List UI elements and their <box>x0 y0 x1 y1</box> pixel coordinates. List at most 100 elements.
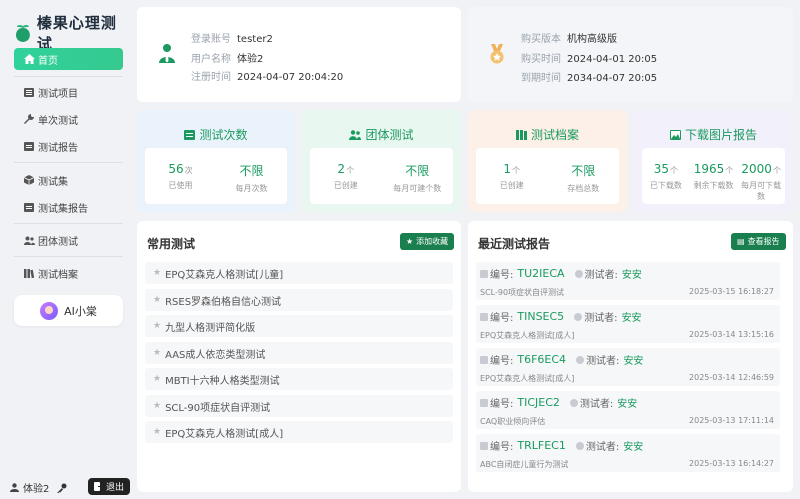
user-tie-icon <box>159 44 175 63</box>
register-time-value: 2024-04-07 20:04:20 <box>237 72 344 83</box>
report-row[interactable]: 编号: TU2IECA 测试者: 安安 SCL-90项症状自评测试 2025-03-1… <box>476 262 780 300</box>
stat-cell: 1个 已创建 <box>499 162 524 190</box>
report-test-name: SCL-90项症状自评测试 <box>480 288 565 297</box>
sidebar-item-label: 测试项目 <box>38 88 78 100</box>
sidebar-item-label: 团体测试 <box>38 236 78 248</box>
stat-values: 2个 已创建 不限 每月可建个数 <box>310 148 453 204</box>
stat-card-test-archive: 测试档案 1个 已创建 不限 存档总数 <box>468 110 627 212</box>
report-code: T6F6EC4 <box>517 353 567 366</box>
star-icon: ★ <box>153 348 162 358</box>
version-value: 机构高级版 <box>567 34 617 45</box>
common-tests-panel: 常用测试 ★ 添加收藏 ★ EPQ艾森克人格测试[儿童] ★ RSES罗森伯格自信心测… <box>137 221 461 492</box>
report-date: 2025-03-14 12:46:59 <box>689 373 774 382</box>
version-row: 购买版本 机构高级版 <box>521 34 617 45</box>
add-favorite-button[interactable]: ★ 添加收藏 <box>400 233 455 250</box>
list-item[interactable]: ★ 九型人格测评简化版 <box>145 315 453 337</box>
report-date: 2025-03-13 16:14:27 <box>689 459 774 468</box>
test-count-icon <box>184 129 196 140</box>
user-name-value: 体验2 <box>237 54 264 65</box>
ai-assistant-button[interactable]: AI小棠 <box>14 295 123 326</box>
subscription-card: 购买版本 机构高级版 购买时间 2024-04-01 20:05 到期时间 2034-… <box>468 7 793 102</box>
wrench-icon <box>23 113 35 125</box>
user-icon <box>574 269 583 278</box>
user-icon <box>576 355 585 364</box>
stat-values: 35个 已下载数 1965个 剩余下载数 2000个 每月可下载数 <box>642 148 785 204</box>
document-icon <box>480 398 488 407</box>
star-icon: ★ <box>153 321 162 331</box>
stat-values: 56次 已使用 不限 每月次数 <box>145 148 287 204</box>
document-icon <box>480 269 488 278</box>
stat-title: 下载图片报告 <box>634 126 793 143</box>
user-name-row: 用户名称 体验2 <box>191 54 264 65</box>
user-icon <box>10 483 19 492</box>
sidebar-item-test-reports[interactable]: 测试报告 <box>14 135 123 157</box>
stat-cell: 56次 已使用 <box>168 162 193 190</box>
report-code: TRLFEC1 <box>517 439 566 452</box>
sidebar-item-test-projects[interactable]: 测试项目 <box>14 81 123 103</box>
user-name: 体验2 <box>23 484 50 495</box>
list-item[interactable]: ★ MBTI十六种人格类型测试 <box>145 368 453 390</box>
list-item[interactable]: ★ AAS成人依恋类型测试 <box>145 342 453 364</box>
report-icon: ▤ <box>737 237 745 246</box>
stat-cell: 1965个 剩余下载数 <box>693 162 734 190</box>
list-item[interactable]: ★ EPQ艾森克人格测试[成人] <box>145 421 453 443</box>
report-row[interactable]: 编号: T6F6EC4 测试者: 安安 EPQ艾森克人格测试[成人] 2025-03-… <box>476 348 780 386</box>
report-date: 2025-03-14 13:15:16 <box>689 330 774 339</box>
document-icon <box>480 441 488 450</box>
star-icon: ★ <box>153 427 162 437</box>
view-report-button[interactable]: ▤ 查看报告 <box>731 233 786 250</box>
divider <box>14 76 123 77</box>
tester-name: 安安 <box>617 399 638 410</box>
divider <box>14 256 123 257</box>
current-user: 体验2 <box>10 480 67 495</box>
sidebar-item-label: 单次测试 <box>38 115 78 127</box>
sidebar-item-label: 测试报告 <box>38 142 78 154</box>
document-icon <box>480 312 488 321</box>
stat-cell: 2个 已创建 <box>333 162 358 190</box>
key-icon[interactable] <box>57 483 67 493</box>
expire-time-row: 到期时间 2034-04-07 20:05 <box>521 73 658 84</box>
star-icon: ★ <box>153 401 162 411</box>
logout-button[interactable]: 退出 <box>88 478 130 495</box>
report-row[interactable]: 编号: TRLFEC1 测试者: 安安 ABC自闭症儿童行为测试 2025-03-13… <box>476 434 780 472</box>
stat-cell: 不限 存档总数 <box>567 164 600 193</box>
report-test-name: EPQ艾森克人格测试[成人] <box>480 374 575 383</box>
medal-icon <box>490 44 504 64</box>
account-card: 登录账号 tester2 用户名称 体验2 注册时间 2024-04-07 20:04… <box>137 7 461 102</box>
expire-time-value: 2034-04-07 20:05 <box>567 73 658 84</box>
stat-cell: 不限 每月可建个数 <box>393 164 442 193</box>
report-row[interactable]: 编号: TICJEC2 测试者: 安安 CAQ职业倾向评估 2025-03-13 17… <box>476 391 780 429</box>
report-code: TICJEC2 <box>517 396 560 409</box>
logout-label: 退出 <box>105 483 124 493</box>
report-icon <box>23 201 35 213</box>
stat-card-test-count: 测试次数 56次 已使用 不限 每月次数 <box>137 110 295 212</box>
sidebar-item-single-test[interactable]: 单次测试 <box>14 108 123 130</box>
stat-title: 团体测试 <box>302 126 461 143</box>
sidebar-item-home[interactable]: 首页 <box>14 48 123 70</box>
ai-avatar <box>40 301 59 320</box>
user-icon <box>569 398 578 407</box>
cube-icon <box>23 174 35 186</box>
sidebar-item-label: 测试集报告 <box>38 203 88 215</box>
report-date: 2025-03-13 17:11:14 <box>689 416 774 425</box>
list-item[interactable]: ★ SCL-90项症状自评测试 <box>145 395 453 417</box>
sidebar-item-test-archive[interactable]: 测试档案 <box>14 262 123 284</box>
list-item[interactable]: ★ EPQ艾森克人格测试[儿童] <box>145 262 453 284</box>
list-item[interactable]: ★ RSES罗森伯格自信心测试 <box>145 289 453 311</box>
report-test-name: ABC自闭症儿童行为测试 <box>480 460 569 469</box>
report-icon <box>23 140 35 152</box>
sidebar-item-test-set-reports[interactable]: 测试集报告 <box>14 196 123 218</box>
report-row[interactable]: 编号: TINSEC5 测试者: 安安 EPQ艾森克人格测试[成人] 2025-03-… <box>476 305 780 343</box>
stat-cell: 2000个 每月可下载数 <box>741 162 782 201</box>
login-account-row: 登录账号 tester2 <box>191 34 273 45</box>
group-icon <box>23 234 35 246</box>
star-icon: ★ <box>153 374 162 384</box>
user-icon <box>575 441 584 450</box>
register-time-row: 注册时间 2024-04-07 20:04:20 <box>191 72 344 83</box>
report-code: TINSEC5 <box>517 310 565 323</box>
divider <box>14 162 123 163</box>
sidebar-item-label: 首页 <box>38 55 58 67</box>
sidebar-item-group-test[interactable]: 团体测试 <box>14 229 123 251</box>
sidebar-item-test-set[interactable]: 测试集 <box>14 169 123 191</box>
stat-cell: 不限 每月次数 <box>235 164 268 193</box>
